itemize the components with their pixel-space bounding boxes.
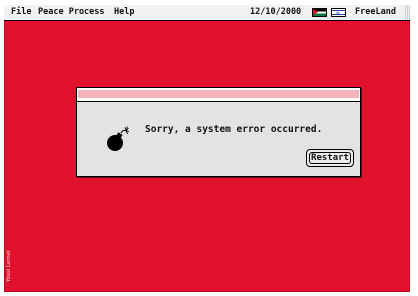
restart-button-border xyxy=(309,152,351,164)
menu-peace-process[interactable]: Peace Process xyxy=(38,5,105,20)
artist-signature: Yossi Lemel xyxy=(6,250,12,282)
bomb-icon xyxy=(107,126,129,151)
error-dialog: Sorry, a system error occurred. Restart xyxy=(76,87,361,177)
menu-help[interactable]: Help xyxy=(114,5,134,20)
menu-bar: File Peace Process Help 12/10/2000 FreeL… xyxy=(4,5,410,21)
restart-button[interactable]: Restart xyxy=(306,149,354,167)
error-message: Sorry, a system error occurred. xyxy=(145,124,323,135)
palestinian-flag-icon xyxy=(312,8,327,17)
dialog-title-stripe xyxy=(77,88,360,102)
israeli-flag-icon[interactable] xyxy=(331,6,346,21)
menubar-edge xyxy=(405,5,410,20)
menu-file[interactable]: File xyxy=(11,5,31,20)
menubar-date: 12/10/2000 xyxy=(250,7,302,17)
menubar-app-name[interactable]: FreeLand xyxy=(355,5,396,20)
